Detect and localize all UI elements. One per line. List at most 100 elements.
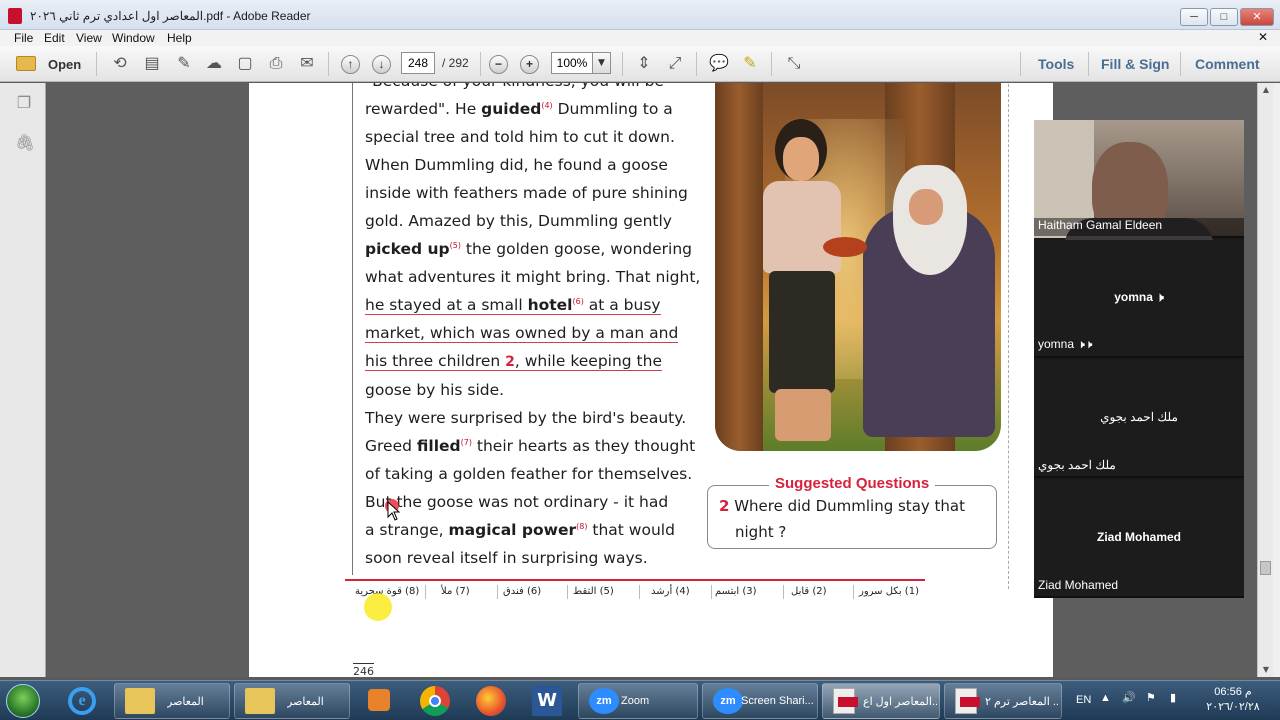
vertical-scrollbar[interactable]: ▲ ▼: [1257, 83, 1273, 677]
window-title: المعاصر اول اعدادي ترم ثاني ٢٠٢٦.pdf - A…: [30, 9, 311, 23]
show-hidden-icons-icon[interactable]: ▲: [1100, 692, 1111, 704]
scroll-down-icon[interactable]: ▼: [1258, 663, 1274, 677]
create-pdf-icon[interactable]: ⟲: [110, 54, 130, 74]
network-icon[interactable]: ▮: [1170, 691, 1176, 704]
zoom-in-icon[interactable]: +: [520, 55, 539, 74]
menu-edit[interactable]: Edit: [44, 30, 65, 46]
open-folder-icon[interactable]: [16, 56, 36, 71]
export-pdf-icon[interactable]: ▤: [142, 54, 162, 74]
participant-tile-video[interactable]: Haitham Gamal Eldeen: [1034, 120, 1244, 248]
open-button[interactable]: Open: [48, 57, 81, 72]
internet-explorer-icon[interactable]: e: [60, 685, 106, 717]
scrollbar-thumb[interactable]: [1260, 561, 1271, 575]
speaker-icon[interactable]: 🔊: [1122, 691, 1136, 704]
pdf-page: "Because of your kindness, you will be re…: [249, 83, 1053, 677]
glossary-divider: [853, 585, 854, 599]
fit-width-icon[interactable]: ⤢: [665, 54, 685, 74]
story-text-run: They were surprised by the bird's beauty…: [365, 409, 687, 427]
adobe-reader-icon: [8, 8, 22, 24]
vocabulary-word: magical power: [448, 521, 577, 539]
story-line: market, which was owned by a man and: [365, 319, 695, 347]
question-text: 2 Where did Dummling stay that: [719, 497, 965, 515]
glossary-item: (6) فندق: [503, 586, 542, 597]
system-clock[interactable]: 06:56 م ٢٠٢٦/٠٢/٢٨: [1200, 685, 1266, 715]
menu-view[interactable]: View: [76, 30, 102, 46]
menu-help[interactable]: Help: [167, 30, 192, 46]
firefox-icon[interactable]: [468, 685, 514, 717]
footnote-marker: (4): [541, 100, 553, 110]
zoom-out-icon[interactable]: −: [489, 55, 508, 74]
taskbar-button-pdf-active[interactable]: المعاصر اول اع...: [822, 683, 940, 719]
story-text-run: market, which was owned by a man and: [365, 324, 679, 342]
participant-tile[interactable]: ملك احمد بجوي ملك احمد بجوي: [1034, 360, 1244, 478]
maximize-button[interactable]: □: [1210, 8, 1238, 26]
glossary-item: (7) ملأ: [441, 586, 470, 597]
story-line: When Dummling did, he found a goose: [365, 151, 695, 179]
close-document-icon[interactable]: ✕: [1258, 30, 1268, 44]
page-thumbnails-icon[interactable]: ❐: [15, 93, 33, 113]
save-icon[interactable]: ▢: [235, 54, 255, 74]
participant-tile[interactable]: yomna 🕨 yomna 🕨🕨: [1034, 240, 1244, 358]
story-line: what adventures it might bring. That nig…: [365, 263, 700, 291]
taskbar: e المعاصر المعاصر W zm Zoom zm Screen Sh…: [0, 680, 1280, 720]
toolbar-divider: [480, 52, 481, 76]
boy-shirt: [763, 181, 841, 273]
highlighted-text: he stayed at a small hotel(6) at a busy: [365, 296, 661, 315]
full-screen-icon[interactable]: ⤡: [784, 54, 804, 74]
story-text-run: Greed: [365, 437, 417, 455]
language-indicator[interactable]: EN: [1076, 694, 1091, 706]
suggested-questions-title: Suggested Questions: [769, 475, 936, 492]
zoom-level-input[interactable]: 100%: [551, 52, 593, 74]
story-text-run: inside with feathers made of pure shinin…: [365, 184, 688, 202]
taskbar-button-zoom[interactable]: zm Zoom: [578, 683, 698, 719]
taskbar-button[interactable]: المعاصر: [114, 683, 230, 719]
story-text-run: When Dummling did, he found a goose: [365, 156, 668, 174]
next-page-icon[interactable]: ↓: [372, 55, 391, 74]
email-icon[interactable]: ✉: [297, 54, 317, 74]
toolbar-divider: [771, 52, 772, 76]
print-icon[interactable]: ⎙: [266, 54, 286, 74]
taskbar-button[interactable]: المعاصر: [234, 683, 350, 719]
taskbar-button-label: المعاصر: [287, 696, 324, 708]
edit-pdf-icon[interactable]: ✎: [174, 54, 194, 74]
story-line: rewarded". He guided(4) Dummling to a: [365, 95, 695, 123]
chevron-down-icon[interactable]: ▼: [593, 52, 611, 74]
minimize-button[interactable]: ─: [1180, 8, 1208, 26]
highlighter-cursor-dot: [364, 593, 392, 621]
story-text-run: what adventures it might bring. That nig…: [365, 268, 701, 286]
highlighted-text: his three children 2, while keeping the: [365, 352, 662, 371]
taskbar-button-screen-share[interactable]: zm Screen Shari...: [702, 683, 818, 719]
chrome-icon[interactable]: [412, 685, 458, 717]
glossary-bar: (1) بكل سرور (2) قابل (3) ابتسم (4) أرشد…: [345, 579, 925, 601]
media-player-icon[interactable]: [356, 685, 402, 717]
participant-name: yomna 🕨🕨: [1038, 337, 1093, 351]
start-button-icon[interactable]: [6, 684, 40, 718]
word-icon[interactable]: W: [524, 685, 570, 717]
tools-button[interactable]: Tools: [1038, 56, 1074, 72]
fit-page-icon[interactable]: ⇕: [634, 54, 654, 74]
close-button[interactable]: ✕: [1240, 8, 1274, 26]
page-number-input[interactable]: 248: [401, 52, 435, 74]
pdf-icon: [955, 688, 980, 714]
participant-name: ملك احمد بجوي: [1038, 458, 1116, 472]
menu-window[interactable]: Window: [112, 30, 155, 46]
sticky-note-icon[interactable]: 💬: [709, 54, 729, 74]
previous-page-icon[interactable]: ↑: [341, 55, 360, 74]
menu-file[interactable]: File: [14, 30, 33, 46]
participant-tile[interactable]: Ziad Mohamed Ziad Mohamed: [1034, 480, 1244, 598]
fill-sign-button[interactable]: Fill & Sign: [1101, 56, 1169, 72]
highlight-text-icon[interactable]: ✎: [740, 54, 760, 74]
zoom-icon: zm: [589, 688, 619, 714]
story-line: They were surprised by the bird's beauty…: [365, 404, 695, 432]
cloud-upload-icon[interactable]: ☁: [204, 54, 224, 74]
footnote-marker: (7): [460, 437, 472, 447]
story-text-run: their hearts as they thought: [471, 437, 696, 455]
attachments-icon[interactable]: 🖇: [15, 133, 35, 153]
scroll-up-icon[interactable]: ▲: [1258, 83, 1274, 97]
bread: [823, 237, 867, 257]
page-total: / 292: [442, 56, 469, 70]
comment-button[interactable]: Comment: [1195, 56, 1260, 72]
action-center-icon[interactable]: ⚑: [1146, 691, 1156, 704]
taskbar-button-pdf[interactable]: المعاصر ترم ٢ ...: [944, 683, 1062, 719]
story-text: "Because of your kindness, you will be re…: [365, 83, 700, 572]
